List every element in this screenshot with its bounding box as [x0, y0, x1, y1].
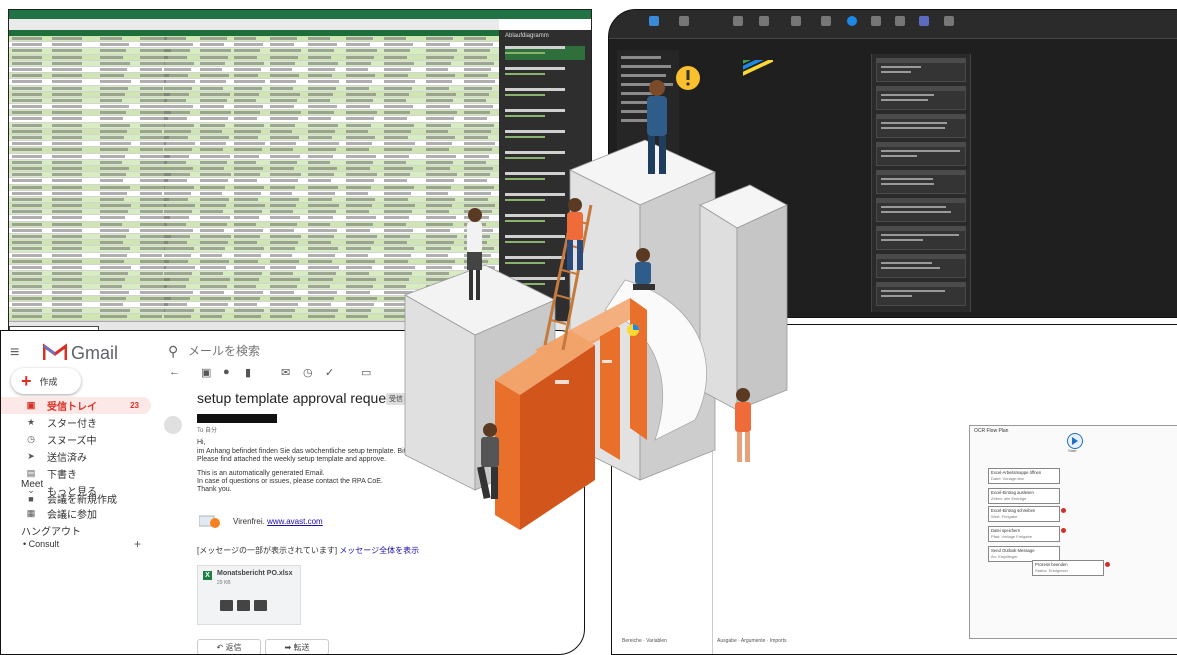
nav-item[interactable]: ◷ スヌーズ中 — [1, 431, 151, 448]
workflow-activity[interactable] — [876, 282, 966, 306]
email-line-en: Please find attached the weekly setup te… — [197, 456, 387, 463]
analyze-icon[interactable] — [791, 16, 801, 26]
error-icon — [1061, 508, 1066, 513]
error-icon — [1061, 528, 1066, 533]
signature-link[interactable]: www.avast.com — [267, 517, 323, 526]
draft-icon: ▤ — [26, 468, 36, 478]
app-name: Gmail — [71, 343, 119, 363]
export-icon[interactable] — [759, 16, 769, 26]
add-contact-icon[interactable]: + — [134, 537, 141, 551]
report-spam-icon[interactable]: ● — [223, 366, 230, 378]
new-icon[interactable] — [733, 16, 743, 26]
pie-chart-icon — [627, 324, 639, 336]
video-icon: ■ — [28, 493, 34, 504]
email-contact: In case of questions or issues, please c… — [197, 478, 383, 485]
clock-icon: ◷ — [27, 434, 35, 444]
flow-node[interactable]: Datei speichern Pfad: Vorlage Freigabe — [988, 526, 1060, 542]
designer-ribbon — [609, 10, 1177, 39]
avast-envelope-icon — [199, 515, 220, 528]
attachment-card[interactable]: X Monatsbericht PO.xlsx 29 KB — [197, 565, 301, 625]
run-icon[interactable] — [649, 16, 659, 26]
chart-icon[interactable] — [821, 16, 831, 26]
flow-title: OCR Flow Plan — [974, 428, 1009, 434]
send-icon: ➤ — [27, 451, 35, 461]
gmail-logo-icon — [43, 343, 67, 360]
person-woman-right — [735, 388, 751, 462]
truncated-note: [メッセージの一部が表示されています] メッセージ全体を表示 — [197, 546, 420, 555]
record-icon[interactable] — [847, 16, 857, 26]
sender-redacted — [197, 414, 277, 423]
move-icon[interactable]: ▭ — [361, 366, 371, 379]
delete-icon[interactable]: ▮ — [245, 366, 251, 379]
workflow-activity[interactable] — [876, 170, 966, 194]
download-icon[interactable] — [220, 600, 233, 611]
hangouts-heading: ハングアウト — [21, 527, 81, 538]
back-icon[interactable]: ← — [169, 366, 180, 378]
avatar — [164, 416, 182, 434]
compose-button[interactable]: + 作成 — [11, 368, 81, 394]
paper-stack-right — [699, 60, 788, 411]
attachment-name: Monatsbericht PO.xlsx — [217, 570, 293, 577]
inbox-icon: ▣ — [26, 400, 36, 410]
footer-tabs-right[interactable]: Ausgabe · Argumente · Imports — [717, 638, 786, 644]
flow-node[interactable]: Excel-Eintrag schreiben Wert: Freigabe — [988, 506, 1060, 522]
list-item[interactable] — [505, 46, 585, 60]
workflow-activity[interactable] — [876, 198, 966, 222]
pane-title: Ablaufdiagramm — [505, 33, 549, 39]
search-icon[interactable]: ⚲ — [168, 343, 178, 360]
drive-save-icon[interactable] — [237, 600, 250, 611]
workflow-canvas[interactable] — [871, 54, 971, 312]
workflow-activity[interactable] — [876, 58, 966, 82]
debug-icon[interactable] — [679, 16, 689, 26]
package-icon[interactable] — [895, 16, 905, 26]
flow-node[interactable]: Excel-Eintrag auslesen Zeilen: alle Eintr… — [988, 488, 1060, 504]
nav-item[interactable]: ★ スター付き — [1, 414, 151, 431]
email-thanks: Thank you. — [197, 486, 232, 493]
email-auto-note: This is an automatically generated Email… — [197, 470, 325, 477]
compose-label: 作成 — [39, 376, 58, 387]
star-icon: ★ — [26, 417, 36, 427]
email-greeting: Hi, — [197, 439, 206, 446]
flow-node[interactable]: Prozess beenden Status: Erfolgreich — [1032, 560, 1104, 576]
plus-icon: + — [21, 370, 32, 391]
meet-join[interactable]: ▦ 会議に参加 — [1, 505, 151, 522]
play-icon — [1072, 437, 1078, 445]
workflow-activity[interactable] — [876, 254, 966, 278]
flow-node[interactable]: Excel-Arbeitsmappe öffnen Datei: Vorlage.… — [988, 468, 1060, 484]
email-subject: setup template approval request — [197, 390, 398, 406]
signature: Virenfrei. www.avast.com — [233, 517, 323, 526]
mark-unread-icon[interactable]: ✉ — [281, 366, 290, 379]
rpa-illustration — [404, 60, 788, 530]
deploy-icon[interactable] — [944, 16, 954, 26]
recipient-line[interactable]: To 自分 — [197, 425, 217, 434]
workflow-activity[interactable] — [876, 86, 966, 110]
manage-icon[interactable] — [871, 16, 881, 26]
footer-tabs-left[interactable]: Bereiche · Variablen — [622, 638, 667, 644]
workflow-activity[interactable] — [876, 114, 966, 138]
hangouts-user[interactable]: • Consult — [23, 539, 59, 549]
snooze-icon[interactable]: ◷ — [303, 366, 313, 379]
show-full-message-link[interactable]: メッセージ全体を表示 — [339, 546, 419, 555]
keyboard-icon: ▦ — [26, 508, 36, 518]
meet-heading: Meet — [21, 479, 44, 490]
nav-item[interactable]: ▣ 受信トレイ 23 — [1, 397, 151, 414]
add-task-icon[interactable]: ✓ — [325, 366, 334, 379]
workflow-activity[interactable] — [876, 226, 966, 250]
archive-icon[interactable]: ▣ — [201, 366, 211, 379]
search-input[interactable] — [186, 343, 340, 359]
attachment-size: 29 KB — [217, 580, 231, 586]
nav-item[interactable]: ➤ 送信済み — [1, 448, 151, 465]
flow-diagram[interactable]: OCR Flow Plan Start Excel-Arbeitsmappe ö… — [969, 425, 1177, 639]
error-icon — [1105, 562, 1110, 567]
excel-ribbon — [9, 10, 591, 19]
workflow-activity[interactable] — [876, 142, 966, 166]
publish-icon[interactable] — [919, 16, 929, 26]
excel-file-icon: X — [203, 571, 212, 580]
menu-icon[interactable]: ≡ — [10, 345, 19, 361]
start-label: Start — [1068, 448, 1077, 453]
edit-icon[interactable] — [254, 600, 267, 611]
